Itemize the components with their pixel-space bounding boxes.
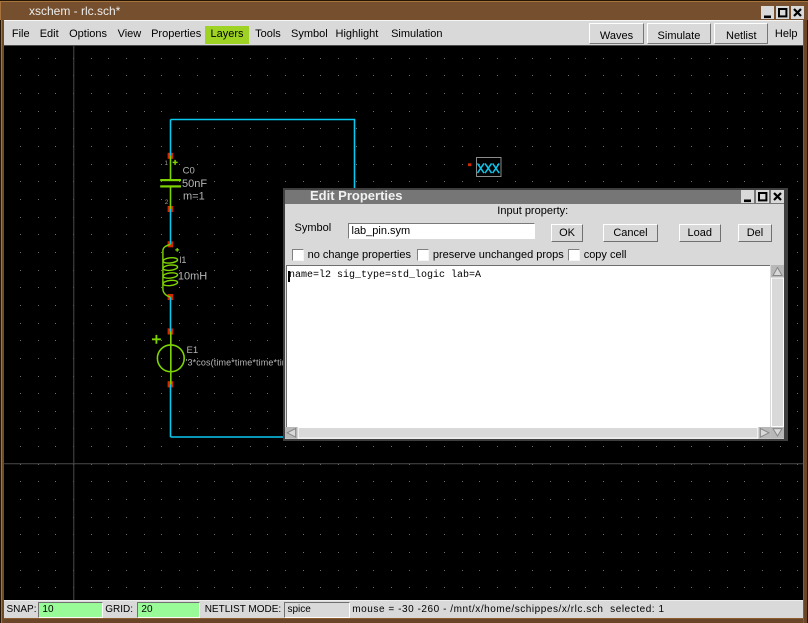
- svg-text:'3*cos(time*time*time*tim: '3*cos(time*time*time*tim: [186, 358, 290, 368]
- svg-text:m=1: m=1: [183, 191, 205, 203]
- svg-text:2: 2: [165, 199, 169, 206]
- svg-text:C0: C0: [183, 166, 195, 177]
- svg-text:1: 1: [164, 160, 168, 167]
- svg-text:E1: E1: [187, 345, 199, 356]
- svg-text:l1: l1: [179, 255, 186, 265]
- svg-text:10mH: 10mH: [178, 270, 207, 282]
- svg-text:50nF: 50nF: [182, 178, 207, 190]
